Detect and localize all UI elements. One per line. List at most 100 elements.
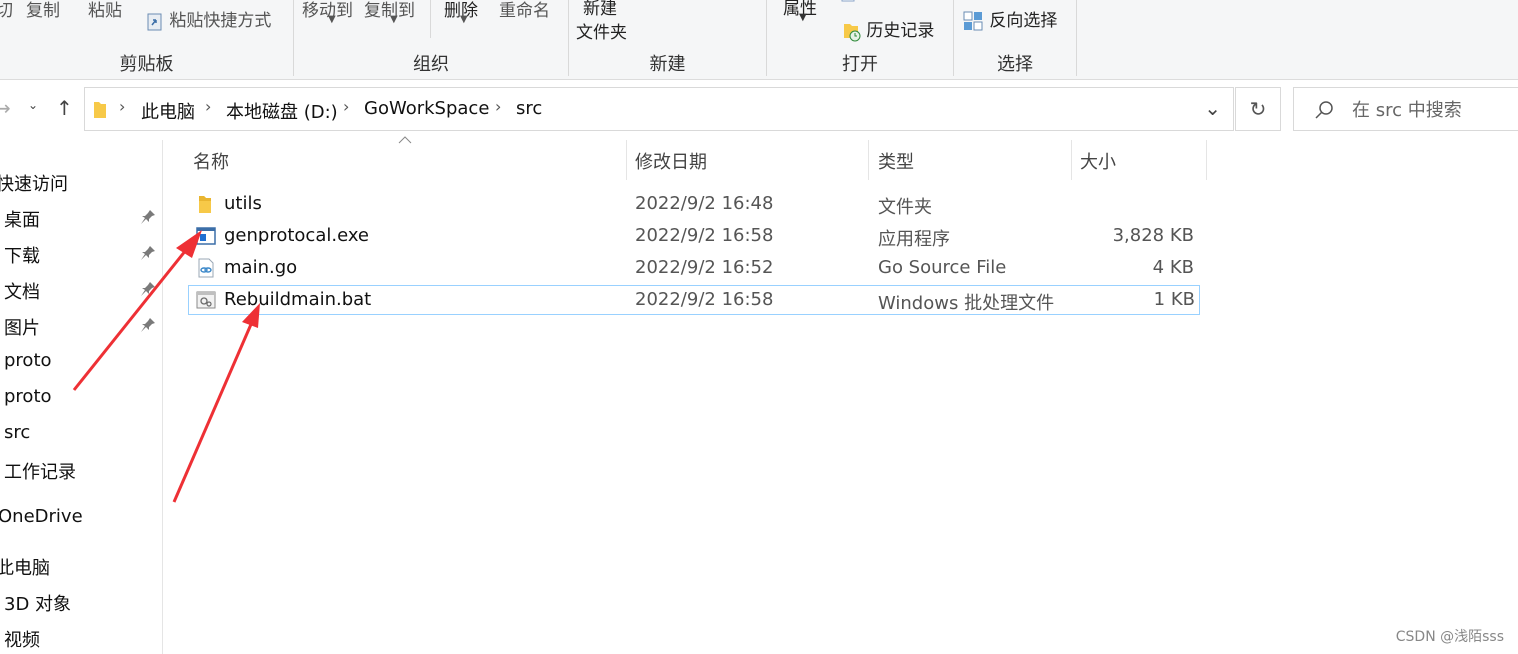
cut-button[interactable]: 切 — [0, 0, 13, 21]
file-name: Rebuildmain.bat — [224, 289, 372, 310]
sidebar-item-src[interactable]: src — [4, 422, 30, 443]
file-date: 2022/9/2 16:58 — [635, 289, 774, 310]
file-type: 文件夹 — [878, 197, 932, 218]
sidebar-item-3d-objects[interactable]: 3D 对象 — [4, 590, 71, 616]
column-divider[interactable] — [1206, 140, 1207, 180]
chevron-right-icon: › — [495, 97, 502, 116]
invert-selection-label: 反向选择 — [989, 11, 1058, 31]
sidebar-item-work-log[interactable]: 工作记录 — [4, 458, 76, 484]
sidebar-item-onedrive[interactable]: OneDrive — [0, 506, 83, 527]
properties-chevron-icon: ▼ — [799, 12, 807, 23]
address-history-chevron-icon[interactable]: ⌄ — [1204, 96, 1221, 120]
up-arrow-icon[interactable]: ↑ — [56, 96, 73, 120]
rename-button[interactable]: 重命名 — [499, 0, 550, 21]
history-icon — [844, 24, 861, 42]
search-icon — [1315, 101, 1333, 119]
paste-button[interactable]: 粘贴 — [88, 0, 122, 21]
search-input[interactable] — [1352, 97, 1518, 123]
pin-icon — [141, 282, 155, 296]
file-row[interactable]: utils 2022/9/2 16:48 文件夹 — [188, 189, 1200, 219]
bat-icon — [196, 291, 216, 309]
pin-icon — [141, 246, 155, 260]
go-file-icon — [198, 258, 214, 278]
invert-selection-button[interactable]: 反向选择 — [962, 6, 1057, 32]
history-label: 历史记录 — [866, 21, 935, 41]
folder-icon — [94, 102, 106, 118]
file-size: 4 KB — [1152, 257, 1194, 278]
file-date: 2022/9/2 16:48 — [635, 193, 774, 214]
chevron-right-icon: › — [343, 97, 350, 116]
open-group-label: 打开 — [842, 54, 878, 75]
open-icon — [841, 0, 855, 2]
file-row-selected[interactable]: Rebuildmain.bat 2022/9/2 16:58 Windows 批… — [188, 285, 1200, 315]
paste-shortcut-label: 粘贴快捷方式 — [169, 11, 272, 31]
file-date: 2022/9/2 16:58 — [635, 225, 774, 246]
column-header-name[interactable]: 名称 — [193, 148, 229, 174]
copy-button[interactable]: 复制 — [26, 0, 60, 21]
column-divider[interactable] — [868, 140, 869, 180]
paste-shortcut-button[interactable]: 粘贴快捷方式 — [146, 6, 271, 31]
sidebar-item-desktop[interactable]: 桌面 — [4, 206, 40, 232]
ribbon-separator — [1076, 0, 1077, 76]
sidebar-item-proto[interactable]: proto — [4, 350, 52, 371]
file-size: 1 KB — [1153, 289, 1195, 310]
column-header-type[interactable]: 类型 — [878, 148, 914, 174]
sort-ascending-icon — [398, 136, 412, 144]
file-type: Windows 批处理文件 — [878, 293, 1055, 314]
breadcrumb-goworkspace[interactable]: GoWorkSpace — [364, 98, 489, 119]
file-date: 2022/9/2 16:52 — [635, 257, 774, 278]
chevron-right-icon: › — [205, 97, 212, 116]
paste-shortcut-icon — [147, 13, 162, 31]
chevron-right-icon: › — [119, 97, 126, 116]
new-group-label: 新建 — [649, 54, 686, 75]
search-box[interactable] — [1293, 87, 1518, 131]
file-name: utils — [224, 193, 262, 214]
new-folder-button-line2[interactable]: 文件夹 — [576, 18, 627, 43]
file-name: genprotocal.exe — [224, 225, 370, 246]
file-row[interactable]: genprotocal.exe 2022/9/2 16:58 应用程序 3,82… — [188, 221, 1200, 251]
sidebar-item-downloads[interactable]: 下载 — [4, 242, 40, 268]
select-group: 反向选择 选择 — [954, 0, 1076, 80]
ribbon: 切 复制 粘贴 粘贴快捷方式 剪贴板 移动到 ▼ 复制到 ▼ 删除 ▼ 重命名 … — [0, 0, 1518, 80]
breadcrumb-this-pc[interactable]: 此电脑 — [141, 98, 195, 124]
address-bar[interactable]: › 此电脑 › 本地磁盘 (D:) › GoWorkSpace › src ⌄ — [84, 87, 1234, 131]
column-header-size[interactable]: 大小 — [1080, 148, 1116, 174]
column-header-date[interactable]: 修改日期 — [635, 148, 707, 174]
open-group: 属性 ▼ 历史记录 打开 — [767, 0, 953, 80]
invert-selection-icon — [963, 11, 983, 31]
select-group-label: 选择 — [997, 54, 1033, 75]
sidebar-quick-access[interactable]: 快速访问 — [0, 170, 68, 196]
file-size: 3,828 KB — [1112, 225, 1194, 246]
folder-icon — [199, 196, 211, 213]
pin-icon — [141, 318, 155, 332]
copy-to-chevron-icon: ▼ — [390, 14, 398, 25]
organize-group-label: 组织 — [413, 54, 449, 75]
refresh-button[interactable]: ↻ — [1235, 87, 1281, 131]
pin-icon — [141, 210, 155, 224]
delete-chevron-icon: ▼ — [460, 14, 468, 25]
sidebar-item-pictures[interactable]: 图片 — [4, 314, 40, 340]
sidebar-item-proto[interactable]: proto — [4, 386, 52, 407]
organize-divider — [430, 0, 431, 38]
new-folder-button-line1[interactable]: 新建 — [583, 0, 617, 19]
breadcrumb-src[interactable]: src — [516, 98, 542, 119]
recent-locations-chevron-icon[interactable]: ⌄ — [28, 98, 38, 112]
move-to-chevron-icon: ▼ — [328, 14, 336, 25]
navigation-pane: 快速访问 桌面 下载 文档 图片 proto proto src 工作记录 On… — [0, 140, 163, 654]
file-type: Go Source File — [878, 257, 1007, 278]
sidebar-item-videos[interactable]: 视频 — [4, 626, 40, 652]
file-name: main.go — [224, 257, 298, 278]
history-button[interactable]: 历史记录 — [841, 16, 934, 42]
sidebar-item-this-pc[interactable]: 此电脑 — [0, 554, 50, 580]
file-row[interactable]: main.go 2022/9/2 16:52 Go Source File 4 … — [188, 253, 1200, 283]
organize-group: 移动到 ▼ 复制到 ▼ 删除 ▼ 重命名 组织 — [294, 0, 568, 80]
refresh-icon: ↻ — [1249, 97, 1267, 121]
sidebar-item-documents[interactable]: 文档 — [4, 278, 40, 304]
forward-arrow-icon[interactable]: → — [0, 96, 11, 120]
breadcrumb-drive-d[interactable]: 本地磁盘 (D:) — [226, 98, 338, 124]
column-divider[interactable] — [1071, 140, 1072, 180]
file-type: 应用程序 — [878, 229, 950, 250]
clipboard-group-label: 剪贴板 — [119, 54, 174, 75]
exe-icon — [196, 227, 216, 245]
column-divider[interactable] — [626, 140, 627, 180]
